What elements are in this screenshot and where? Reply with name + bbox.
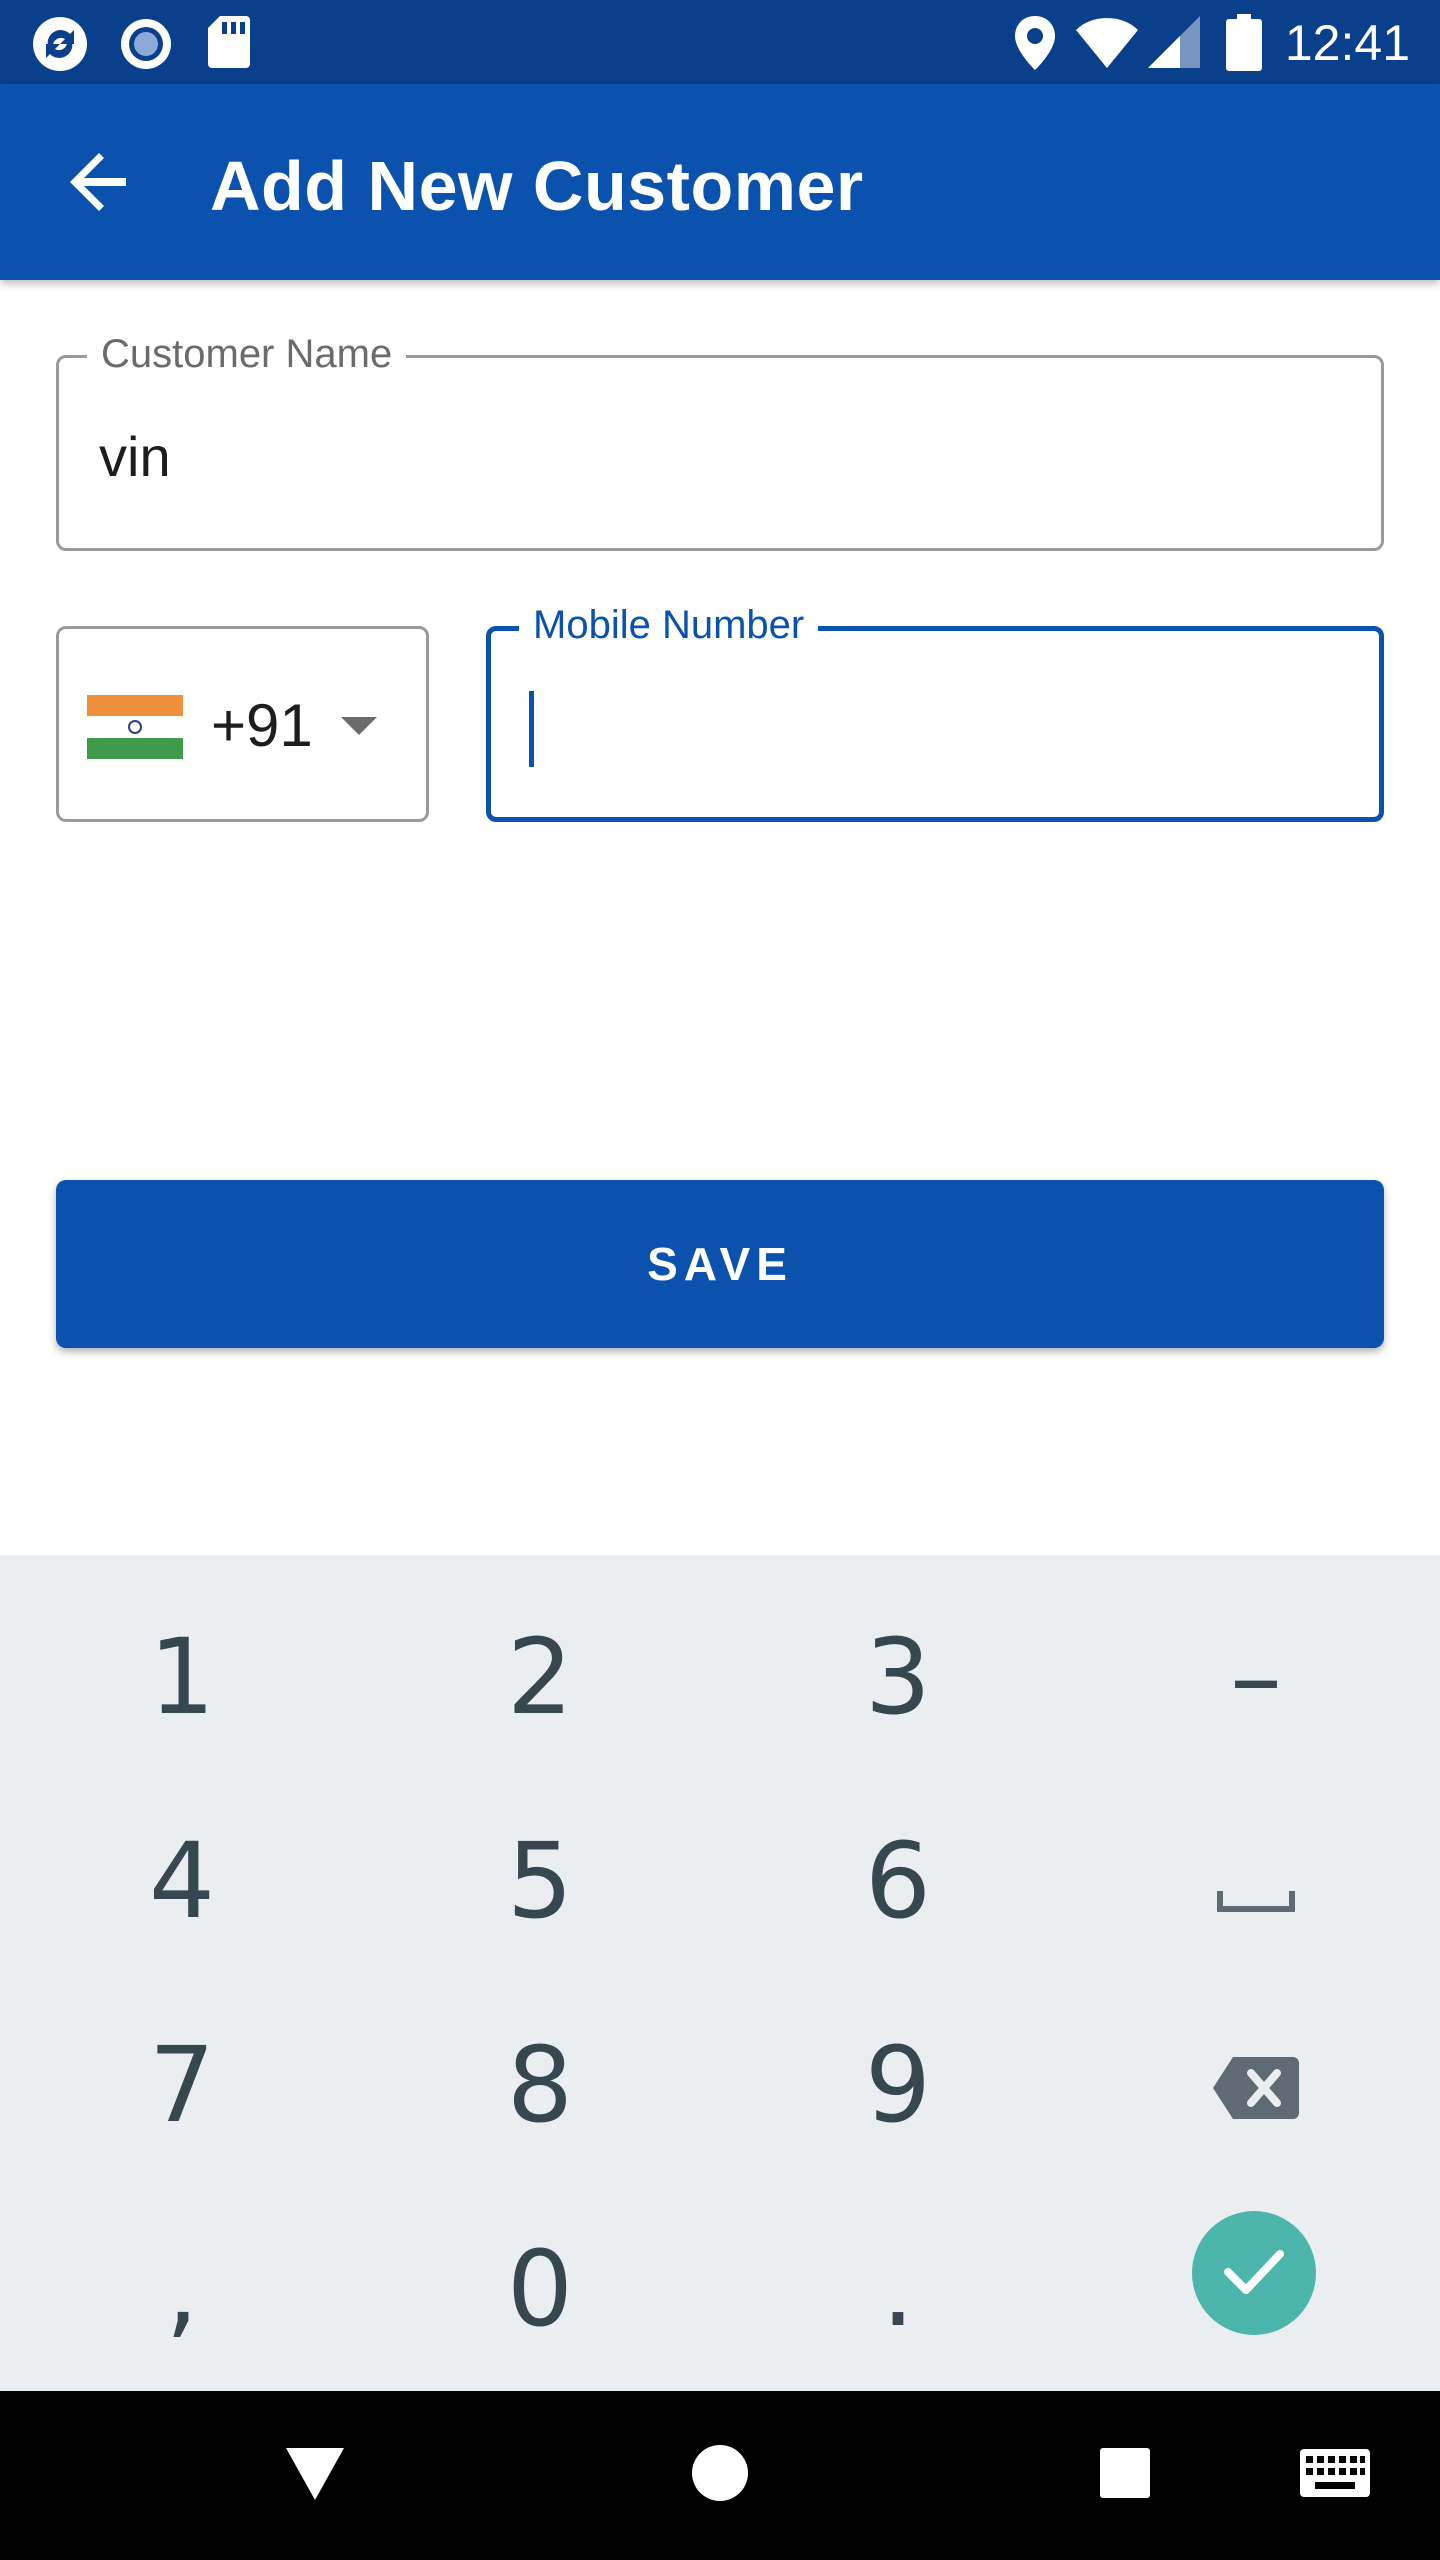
country-code-value: +91 [211, 692, 313, 759]
app-sync-icon [30, 14, 90, 79]
checkmark-icon [1222, 2246, 1286, 2301]
backspace-icon [1211, 2024, 1301, 2146]
system-nav-bar [0, 2391, 1440, 2560]
keyboard-icon [1299, 2448, 1371, 2503]
india-flag-icon [87, 695, 183, 759]
sd-card-icon [206, 14, 252, 75]
status-bar: 12:41 [0, 0, 1440, 84]
location-icon [1012, 14, 1058, 77]
record-icon [118, 14, 174, 79]
nav-keyboard-button[interactable] [1280, 2391, 1390, 2560]
key-3[interactable]: 3 [718, 1575, 1078, 1779]
key-dash[interactable]: – [1076, 1575, 1436, 1779]
key-space[interactable] [1076, 1779, 1436, 1983]
status-time: 12:41 [1284, 15, 1410, 71]
space-bar-icon [1216, 1820, 1296, 1942]
nav-back-button[interactable] [260, 2391, 370, 2560]
mobile-number-label: Mobile Number [519, 603, 819, 648]
key-2[interactable]: 2 [360, 1575, 720, 1779]
key-6[interactable]: 6 [718, 1779, 1078, 1983]
save-button[interactable]: SAVE [56, 1180, 1384, 1348]
text-cursor [529, 691, 534, 767]
key-8[interactable]: 8 [360, 1983, 720, 2187]
key-backspace[interactable] [1076, 1983, 1436, 2187]
arrow-left-icon [68, 150, 132, 219]
key-7[interactable]: 7 [2, 1983, 362, 2187]
key-period[interactable]: . [718, 2187, 1078, 2391]
customer-name-field[interactable]: Customer Name vin [56, 332, 1384, 551]
app-bar: Add New Customer [0, 84, 1440, 280]
back-triangle-icon [284, 2444, 346, 2507]
nav-recents-button[interactable] [1070, 2391, 1180, 2560]
page-title: Add New Customer [210, 147, 864, 225]
battery-icon [1226, 14, 1262, 77]
key-0[interactable]: 0 [360, 2187, 720, 2391]
home-circle-icon [690, 2443, 750, 2508]
back-button[interactable] [50, 134, 150, 234]
signal-icon [1146, 14, 1202, 75]
recents-square-icon [1098, 2446, 1152, 2505]
done-key[interactable] [1192, 2211, 1316, 2335]
key-1[interactable]: 1 [2, 1575, 362, 1779]
customer-name-value: vin [99, 425, 171, 488]
key-9[interactable]: 9 [718, 1983, 1078, 2187]
key-comma[interactable]: , [2, 2187, 362, 2391]
key-4[interactable]: 4 [2, 1779, 362, 1983]
numeric-keyboard: 1 2 3 – 4 5 6 7 8 9 , 0 . [0, 1555, 1440, 2391]
key-5[interactable]: 5 [360, 1779, 720, 1983]
chevron-down-icon [341, 717, 377, 735]
nav-home-button[interactable] [665, 2391, 775, 2560]
customer-name-label: Customer Name [87, 332, 407, 377]
wifi-icon [1074, 14, 1140, 75]
mobile-number-field[interactable]: Mobile Number [486, 603, 1384, 822]
country-code-selector[interactable]: +91 [56, 626, 429, 822]
